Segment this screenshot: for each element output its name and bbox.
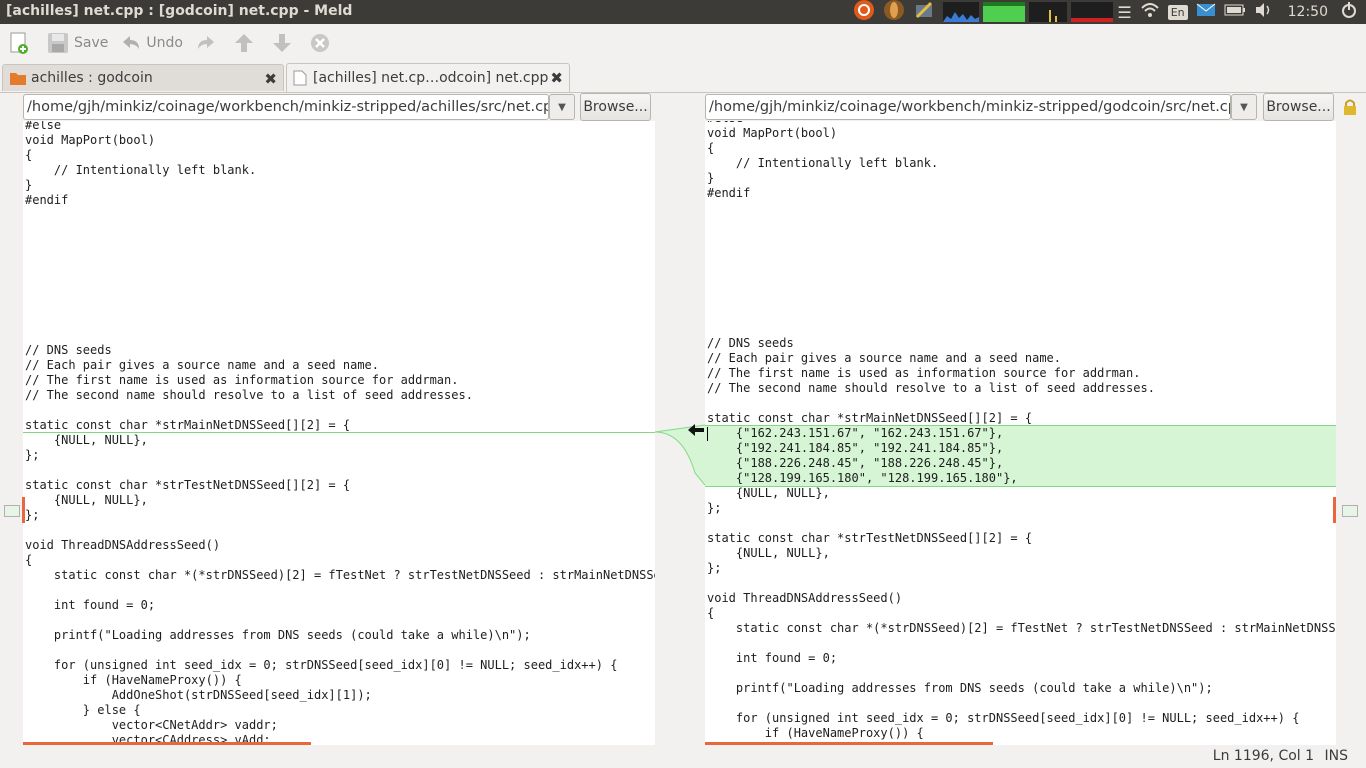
- right-editor-pane[interactable]: #else void MapPort(bool) { // Intentiona…: [705, 121, 1336, 745]
- insertion-marker-line: [23, 432, 655, 433]
- battery-icon[interactable]: [1224, 3, 1246, 21]
- redo-icon: [197, 36, 214, 49]
- right-browse-button[interactable]: Browse...: [1263, 93, 1334, 121]
- right-horizontal-scrollbar[interactable]: [705, 742, 993, 745]
- left-path-dropdown[interactable]: ▼: [549, 94, 575, 120]
- left-file-path[interactable]: /home/gjh/minkiz/coinage/workbench/minki…: [23, 94, 549, 120]
- file-icon: [293, 70, 307, 86]
- save-label: Save: [74, 35, 109, 51]
- wifi-icon[interactable]: [1140, 1, 1160, 23]
- new-comparison-button[interactable]: [4, 28, 38, 58]
- right-change-map-marker[interactable]: [1342, 505, 1358, 517]
- left-change-indicator: [22, 497, 25, 523]
- window-title: [achilles] net.cpp : [godcoin] net.cpp -…: [6, 3, 353, 19]
- tab-folder-comparison[interactable]: achilles : godcoin ✖: [2, 64, 284, 91]
- folder-icon: [10, 73, 26, 85]
- stop-icon: [310, 34, 329, 52]
- power-icon[interactable]: [1340, 1, 1358, 23]
- mail-icon[interactable]: [1196, 2, 1216, 22]
- arrow-down-icon: [272, 34, 291, 52]
- lock-icon[interactable]: [1342, 98, 1358, 120]
- tab-label: [achilles] net.cp…odcoin] net.cpp: [313, 70, 549, 86]
- undo-button[interactable]: Undo: [116, 28, 187, 58]
- push-change-left-icon[interactable]: [687, 423, 705, 441]
- network-graph[interactable]: [1029, 2, 1068, 22]
- memory-graph[interactable]: [983, 2, 1026, 22]
- new-document-icon: [10, 32, 28, 54]
- system-tray: ☰ En 12:50: [853, 0, 1366, 24]
- cursor-position: Ln 1196, Col 1: [1212, 748, 1315, 764]
- menu-icon[interactable]: ☰: [1117, 3, 1131, 22]
- tab-bar: achilles : godcoin ✖ [achilles] net.cp…o…: [0, 62, 1366, 93]
- left-code[interactable]: #else void MapPort(bool) { // Intentiona…: [25, 121, 655, 745]
- clock[interactable]: 12:50: [1288, 4, 1328, 20]
- right-file-path[interactable]: /home/gjh/minkiz/coinage/workbench/minki…: [705, 94, 1231, 120]
- ubuntu-one-icon[interactable]: [853, 0, 875, 25]
- undo-label: Undo: [146, 35, 183, 51]
- left-horizontal-scrollbar[interactable]: [23, 742, 311, 745]
- keyboard-layout-icon[interactable]: En: [1167, 4, 1188, 20]
- close-tab-icon[interactable]: ✖: [550, 69, 563, 87]
- app-indicator-icon[interactable]: [883, 0, 905, 25]
- left-path-text: /home/gjh/minkiz/coinage/workbench/minki…: [27, 99, 549, 115]
- cpu-graph[interactable]: [943, 2, 980, 22]
- arrow-up-icon: [234, 34, 253, 52]
- volume-icon[interactable]: [1254, 2, 1274, 22]
- close-tab-icon[interactable]: ✖: [264, 70, 277, 88]
- left-browse-button[interactable]: Browse...: [580, 93, 651, 121]
- toolbar: Save Undo: [0, 24, 1366, 62]
- undo-icon: [123, 36, 140, 49]
- right-path-text: /home/gjh/minkiz/coinage/workbench/minki…: [709, 99, 1231, 115]
- insert-mode: INS: [1324, 748, 1349, 764]
- chevron-down-icon: ▼: [1240, 101, 1248, 113]
- tab-label: achilles : godcoin: [31, 70, 153, 86]
- left-change-map-marker[interactable]: [4, 505, 20, 517]
- stop-button[interactable]: [305, 28, 339, 58]
- left-editor-pane[interactable]: #else void MapPort(bool) { // Intentiona…: [23, 121, 655, 745]
- status-bar: Ln 1196, Col 1 INS: [1213, 748, 1348, 764]
- redo-button[interactable]: [191, 28, 225, 58]
- save-icon: [48, 33, 68, 53]
- right-change-indicator: [1333, 497, 1336, 523]
- weather-icon[interactable]: [913, 0, 935, 25]
- right-code[interactable]: #else void MapPort(bool) { // Intentiona…: [707, 121, 1336, 741]
- diff-link-gutter: [655, 121, 705, 745]
- text-cursor: [707, 427, 708, 441]
- previous-change-button[interactable]: [229, 28, 263, 58]
- right-path-dropdown[interactable]: ▼: [1231, 94, 1257, 120]
- tab-file-comparison[interactable]: [achilles] net.cp…odcoin] net.cpp ✖: [286, 63, 570, 92]
- disk-graph[interactable]: [1071, 2, 1114, 22]
- chevron-down-icon: ▼: [558, 101, 566, 113]
- top-panel: [achilles] net.cpp : [godcoin] net.cpp -…: [0, 0, 1366, 24]
- save-button[interactable]: Save: [42, 28, 112, 58]
- next-change-button[interactable]: [267, 28, 301, 58]
